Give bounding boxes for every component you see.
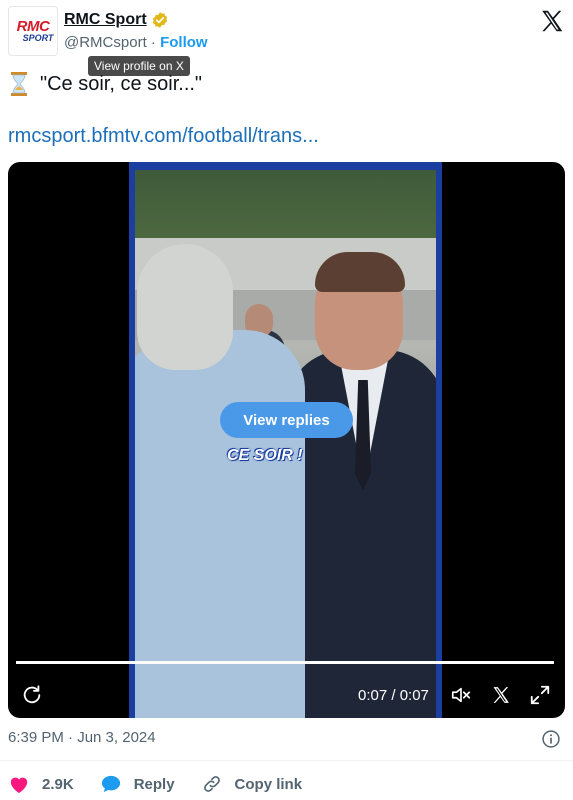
- reply-button[interactable]: Reply: [100, 774, 175, 794]
- video-progress-bar[interactable]: [16, 661, 554, 664]
- x-watch-button[interactable]: [490, 680, 512, 710]
- tweet-link[interactable]: rmcsport.bfmtv.com/football/trans...: [8, 125, 319, 148]
- avatar[interactable]: RMC SPORT: [8, 6, 58, 56]
- like-button[interactable]: 2.9K: [8, 774, 74, 794]
- fullscreen-button[interactable]: [528, 680, 552, 710]
- replay-icon: [23, 685, 41, 704]
- tweet-text: "Ce soir, ce soir...": [10, 72, 202, 96]
- view-replies-button[interactable]: View replies: [220, 402, 353, 438]
- man-hair: [315, 252, 405, 292]
- account-name[interactable]: RMC Sport: [64, 11, 147, 29]
- avatar-text-rmc: RMC: [16, 17, 50, 35]
- video-time: 0:07 / 0:07: [358, 686, 429, 704]
- name-row: RMC Sport: [64, 11, 169, 29]
- heart-icon: [10, 777, 28, 794]
- man-grey-hair: [137, 244, 233, 370]
- account-handle[interactable]: @RMCsport: [64, 34, 147, 51]
- like-count: 2.9K: [42, 775, 74, 793]
- x-logo-small-icon: [493, 687, 509, 703]
- separator: ·: [150, 34, 156, 51]
- copy-link-label: Copy link: [234, 775, 303, 793]
- video-caption: CE SOIR !: [227, 447, 303, 464]
- tweet-header: RMC SPORT RMC Sport @RMCsport · Follow: [8, 6, 565, 60]
- video-still: [135, 170, 436, 718]
- reply-bubble-icon: [101, 775, 120, 793]
- hourglass-icon: [11, 72, 27, 96]
- video-player[interactable]: View replies CE SOIR ! 0:07 / 0:07: [8, 162, 565, 718]
- follow-button[interactable]: Follow: [160, 34, 208, 51]
- action-bar: 2.9K Reply Copy link: [8, 771, 328, 797]
- man-blue-shirt: [135, 330, 305, 718]
- divider: [0, 760, 573, 761]
- expand-icon: [530, 685, 550, 705]
- video-frame: [129, 162, 442, 718]
- volume-muted-icon: [451, 687, 471, 703]
- verified-badge-icon: [152, 12, 167, 28]
- link-icon: [203, 776, 220, 792]
- reply-label: Reply: [133, 775, 175, 793]
- volume-button[interactable]: [449, 680, 473, 710]
- info-icon[interactable]: [541, 729, 561, 749]
- tweet-timestamp[interactable]: 6:39 PM · Jun 3, 2024: [8, 729, 156, 746]
- copy-link-button[interactable]: Copy link: [201, 774, 303, 794]
- replay-button[interactable]: [20, 680, 44, 710]
- x-logo-icon[interactable]: [539, 8, 565, 34]
- handle-row: @RMCsport · Follow: [64, 34, 208, 51]
- avatar-text-sport: SPORT: [22, 32, 54, 43]
- tweet-body: "Ce soir, ce soir...": [40, 72, 203, 95]
